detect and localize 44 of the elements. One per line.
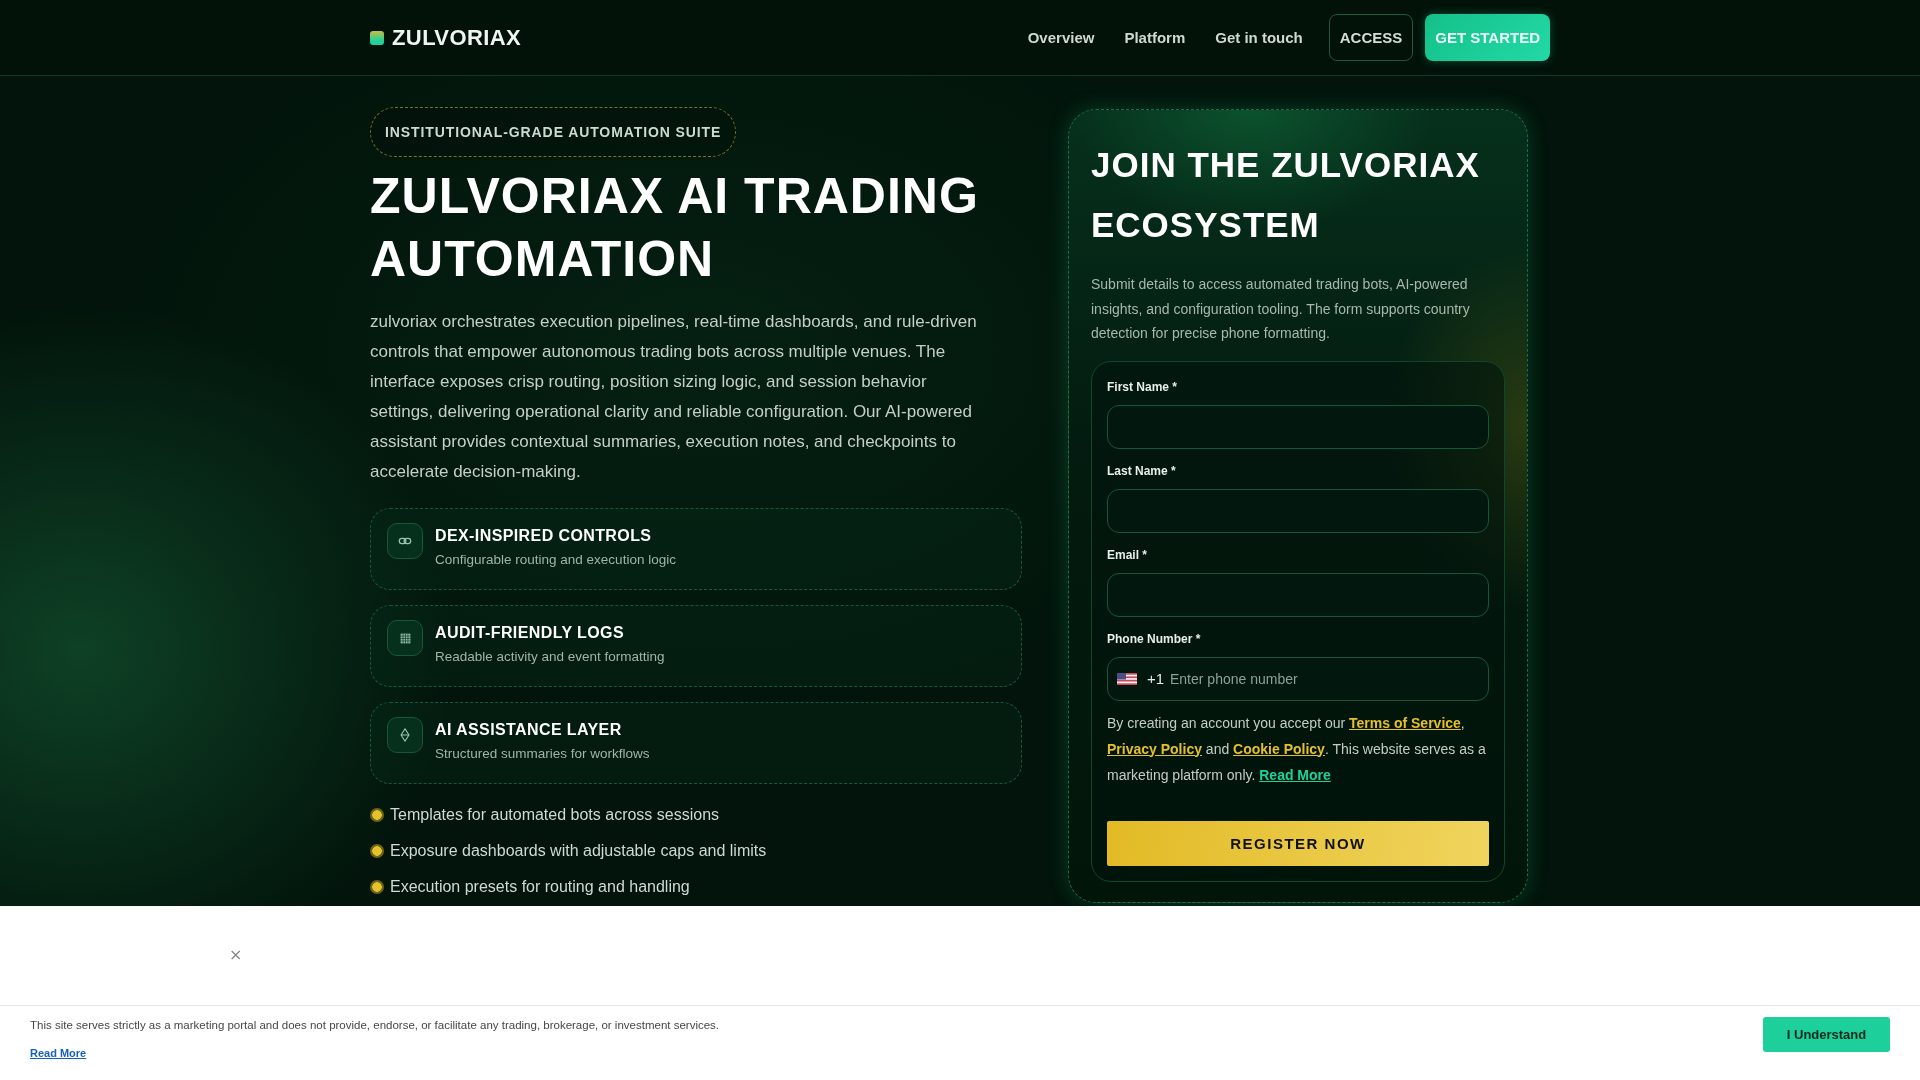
consent-text: By creating an account you accept our Terms of Service, Privacy Policy and Cookie Policy. This website serves as a marketing platform only. Read More	[1107, 713, 1487, 785]
feature-subtitle: Configurable routing and execution logic	[435, 551, 676, 569]
text-input-field[interactable]	[1107, 488, 1489, 533]
signup-title: JOIN THE ZULVORIAX ECOSYSTEM	[1091, 144, 1481, 246]
feature-title: DEX-INSPIRED CONTROLS	[435, 526, 652, 546]
feature-title: AUDIT-FRIENDLY LOGS	[435, 623, 624, 643]
close-button[interactable]: ×	[229, 946, 243, 964]
nav-link[interactable]: Overview	[1027, 29, 1095, 46]
logo-square-icon	[370, 30, 384, 45]
field-label: Last Name *	[1107, 462, 1176, 479]
nav-link[interactable]: Platform	[1124, 29, 1186, 46]
tagline-pill: INSTITUTIONAL-GRADE AUTOMATION SUITE	[370, 107, 737, 157]
diamond-icon	[387, 717, 423, 753]
read-more-link[interactable]: Read More	[30, 1046, 87, 1060]
brand-name[interactable]: ZULVORIAX	[392, 24, 522, 51]
understand-button[interactable]: I Understand	[1763, 1017, 1890, 1052]
bullet-text: Exposure dashboards with adjustable caps and limits	[390, 841, 767, 861]
nav-link[interactable]: Get in touch	[1215, 29, 1303, 46]
bullet-dot-icon	[370, 880, 384, 894]
feature-subtitle: Readable activity and event formatting	[435, 648, 665, 666]
field-label: Phone Number *	[1107, 630, 1201, 647]
outline-button[interactable]: ACCESS	[1328, 14, 1414, 61]
feature-subtitle: Structured summaries for workflows	[435, 745, 650, 763]
feature-title: AI ASSISTANCE LAYER	[435, 720, 622, 740]
hero-title: ZULVORIAX AI TRADING AUTOMATION	[370, 167, 980, 289]
policy-link[interactable]: Privacy Policy	[1107, 740, 1202, 757]
text-input-field[interactable]	[1107, 404, 1489, 449]
bullet-text: Execution presets for routing and handling	[390, 877, 690, 897]
field-label: Email *	[1107, 546, 1148, 563]
hero-description: zulvoriax orchestrates execution pipelines, real-time dashboards, and rule-driven controls that empower autonomous trading bots across multiple venues. The interface exposes crisp routing, position sizing logic, and session behavior settings, delivering operational clarity and reliable configuration. Our AI-powered assistant provides contextual summaries, execution notes, and checkpoints to accelerate decision-making.	[370, 311, 978, 483]
read-more-link[interactable]: Read More	[1259, 766, 1331, 783]
grid-icon	[387, 620, 423, 656]
register-button[interactable]: REGISTER NOW	[1107, 820, 1489, 866]
cookie-text: This site serves strictly as a marketing portal and does not provide, endorse, or facilitate any trading, brokerage, or investment services.	[30, 1018, 720, 1033]
bullet-dot-icon	[370, 808, 384, 822]
dial-code: +1	[1147, 669, 1165, 688]
email-input-field[interactable]	[1107, 572, 1489, 617]
field-label: First Name *	[1107, 378, 1178, 395]
chain-icon	[387, 523, 423, 559]
signup-description: Submit details to access automated trading bots, AI-powered insights, and configuration tooling. The form supports country detection for precise phone formatting.	[1091, 275, 1471, 343]
policy-link[interactable]: Terms of Service	[1349, 714, 1461, 731]
policy-link[interactable]: Cookie Policy	[1233, 740, 1325, 757]
bullet-text: Templates for automated bots across sessions	[390, 805, 720, 825]
bullet-dot-icon	[370, 844, 384, 858]
